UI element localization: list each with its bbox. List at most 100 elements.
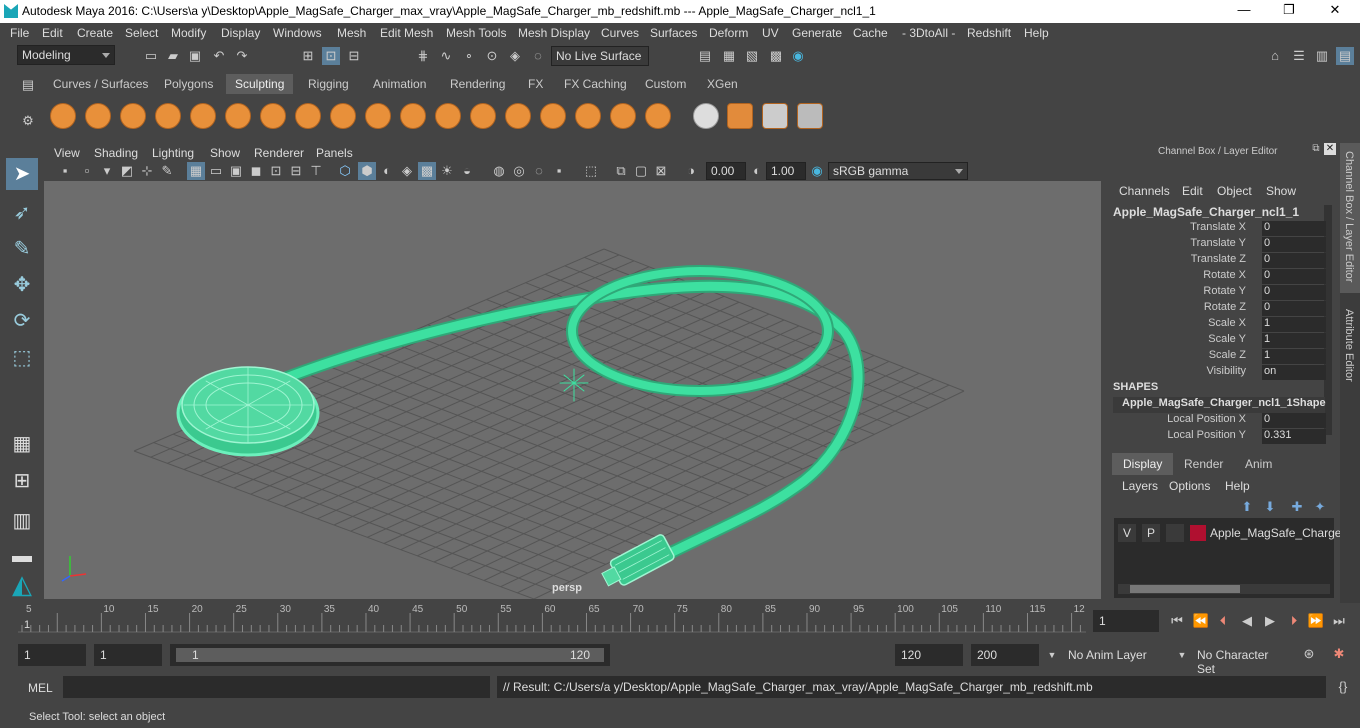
- step-back-frame-icon[interactable]: ⏴: [1214, 612, 1232, 630]
- menu-mesh-display[interactable]: Mesh Display: [518, 26, 590, 40]
- resolution-gate-icon[interactable]: ▣: [227, 162, 245, 180]
- bookmark-icon[interactable]: ▾: [98, 162, 116, 180]
- relax-tool-icon[interactable]: [120, 103, 146, 129]
- layer-row[interactable]: V P Apple_MagSafe_Charger: [1118, 524, 1345, 542]
- shelf-tab-fx[interactable]: FX: [519, 74, 553, 94]
- four-view-layout-icon[interactable]: ⊞: [6, 465, 38, 497]
- open-scene-icon[interactable]: ▰: [164, 47, 182, 65]
- outliner-layout-icon[interactable]: ▥: [6, 505, 38, 537]
- spray-tool-icon[interactable]: [295, 103, 321, 129]
- grease-pencil-icon[interactable]: ✎: [158, 162, 176, 180]
- attribute-editor-toggle-icon[interactable]: ▥: [1313, 47, 1331, 65]
- attr-local-position-x[interactable]: Local Position X 0: [1104, 413, 1326, 429]
- attr-value[interactable]: 0: [1262, 413, 1326, 428]
- select-component-icon[interactable]: ⊟: [345, 47, 363, 65]
- new-scene-icon[interactable]: ▭: [142, 47, 160, 65]
- channel-box-toggle-icon[interactable]: ▤: [1336, 47, 1354, 65]
- xray-icon[interactable]: ◍: [490, 162, 508, 180]
- menu-uv[interactable]: UV: [762, 26, 779, 40]
- workspace-icon[interactable]: ⌂: [1266, 47, 1284, 65]
- colorspace-dropdown[interactable]: sRGB gamma: [828, 162, 968, 180]
- undo-icon[interactable]: ↶: [210, 47, 228, 65]
- menu-file[interactable]: File: [10, 26, 29, 40]
- go-to-end-icon[interactable]: ⏭: [1330, 612, 1348, 630]
- attr-translate-x[interactable]: Translate X 0: [1104, 221, 1326, 237]
- foamy-tool-icon[interactable]: [260, 103, 286, 129]
- camera-icon[interactable]: ▪: [56, 162, 74, 180]
- layer-display-type-toggle[interactable]: [1166, 524, 1184, 542]
- exposure-icon[interactable]: ◑: [682, 162, 700, 180]
- play-backwards-icon[interactable]: ◀: [1238, 612, 1256, 630]
- play-forwards-icon[interactable]: ▶: [1261, 612, 1279, 630]
- restore-button[interactable]: ❐: [1279, 2, 1299, 20]
- default-material-icon[interactable]: ◈: [398, 162, 416, 180]
- shadows-icon[interactable]: ◒: [458, 162, 476, 180]
- menu-redshift[interactable]: Redshift: [967, 26, 1011, 40]
- shelf-tab-animation[interactable]: Animation: [364, 74, 436, 94]
- menu-display[interactable]: Display: [221, 26, 260, 40]
- attr-value[interactable]: 0: [1262, 221, 1326, 236]
- attr-scale-z[interactable]: Scale Z 1: [1104, 349, 1326, 365]
- attr-value[interactable]: 1: [1262, 349, 1326, 364]
- step-forward-frame-icon[interactable]: ⏵: [1285, 612, 1303, 630]
- attr-value[interactable]: 0: [1262, 285, 1326, 300]
- color-management-icon[interactable]: ◉: [808, 162, 826, 180]
- ambient-occlusion-icon[interactable]: ⬚: [582, 162, 600, 180]
- menu-curves[interactable]: Curves: [601, 26, 639, 40]
- safe-title-icon[interactable]: ⊤: [307, 162, 325, 180]
- new-empty-layer-icon[interactable]: ✚: [1288, 498, 1306, 516]
- paint-select-tool-icon[interactable]: ✎: [6, 233, 38, 265]
- safe-action-icon[interactable]: ⊟: [287, 162, 305, 180]
- attr-value[interactable]: 0: [1262, 301, 1326, 316]
- scrape-tool-icon[interactable]: [435, 103, 461, 129]
- smooth-shade-icon[interactable]: ⬢: [358, 162, 376, 180]
- wireframe-on-shaded-icon[interactable]: ◐: [378, 162, 396, 180]
- attr-value[interactable]: 0: [1262, 253, 1326, 268]
- menu-edit[interactable]: Edit: [42, 26, 63, 40]
- move-layer-up-icon[interactable]: ⬆: [1238, 498, 1256, 516]
- redo-icon[interactable]: ↷: [233, 47, 251, 65]
- imprint-tool-icon[interactable]: [365, 103, 391, 129]
- scale-tool-icon[interactable]: ⬚: [6, 342, 38, 374]
- mask-icon[interactable]: [762, 103, 788, 129]
- wax-tool-icon[interactable]: [400, 103, 426, 129]
- step-forward-key-icon[interactable]: ⏩: [1307, 612, 1325, 630]
- shelf-menu-icon[interactable]: ▤: [19, 76, 37, 94]
- attr-value[interactable]: 1: [1262, 317, 1326, 332]
- command-input[interactable]: [63, 676, 490, 698]
- cb-menu-channels[interactable]: Channels: [1119, 184, 1170, 198]
- menu-surfaces[interactable]: Surfaces: [650, 26, 697, 40]
- move-tool-icon[interactable]: ✥: [6, 269, 38, 301]
- shelf-tab-sculpting[interactable]: Sculpting: [226, 74, 294, 94]
- select-hierarchy-icon[interactable]: ⊞: [299, 47, 317, 65]
- layer-menu-layers[interactable]: Layers: [1122, 479, 1158, 493]
- menu-deform[interactable]: Deform: [709, 26, 748, 40]
- bulge-tool-icon[interactable]: [575, 103, 601, 129]
- layer-name[interactable]: Apple_MagSafe_Charger: [1210, 526, 1345, 540]
- mode-dropdown[interactable]: Modeling: [17, 45, 115, 65]
- character-set-dropdown[interactable]: No Character Set: [1191, 644, 1291, 676]
- attr-translate-y[interactable]: Translate Y 0: [1104, 237, 1326, 253]
- cb-menu-edit[interactable]: Edit: [1182, 184, 1203, 198]
- layer-menu-help[interactable]: Help: [1225, 479, 1250, 493]
- amplify-tool-icon[interactable]: [610, 103, 636, 129]
- exposure-field[interactable]: 0.00: [706, 162, 746, 180]
- gate-mask-icon[interactable]: ◼: [247, 162, 265, 180]
- vp-menu-renderer[interactable]: Renderer: [254, 146, 304, 160]
- backface-culling-icon[interactable]: ◌: [530, 162, 548, 180]
- wireframe-icon[interactable]: ⬡: [336, 162, 354, 180]
- shape-node-name[interactable]: Apple_MagSafe_Charger_ncl1_1Shape: [1113, 397, 1326, 413]
- attr-value[interactable]: 0: [1262, 269, 1326, 284]
- attr-scale-x[interactable]: Scale X 1: [1104, 317, 1326, 333]
- attr-value[interactable]: 0: [1262, 237, 1326, 252]
- vp-menu-shading[interactable]: Shading: [94, 146, 138, 160]
- cb-menu-show[interactable]: Show: [1266, 184, 1296, 198]
- mel-label[interactable]: MEL: [28, 681, 53, 695]
- chevron-down-icon[interactable]: ▼: [1043, 646, 1061, 664]
- knife-tool-icon[interactable]: [505, 103, 531, 129]
- snap-point-icon[interactable]: ∘: [460, 47, 478, 65]
- attr-value[interactable]: on: [1262, 365, 1326, 380]
- menu-3dtoall[interactable]: - 3DtoAll -: [902, 26, 955, 40]
- attr-visibility[interactable]: Visibility on: [1104, 365, 1326, 381]
- minimize-button[interactable]: —: [1234, 2, 1254, 20]
